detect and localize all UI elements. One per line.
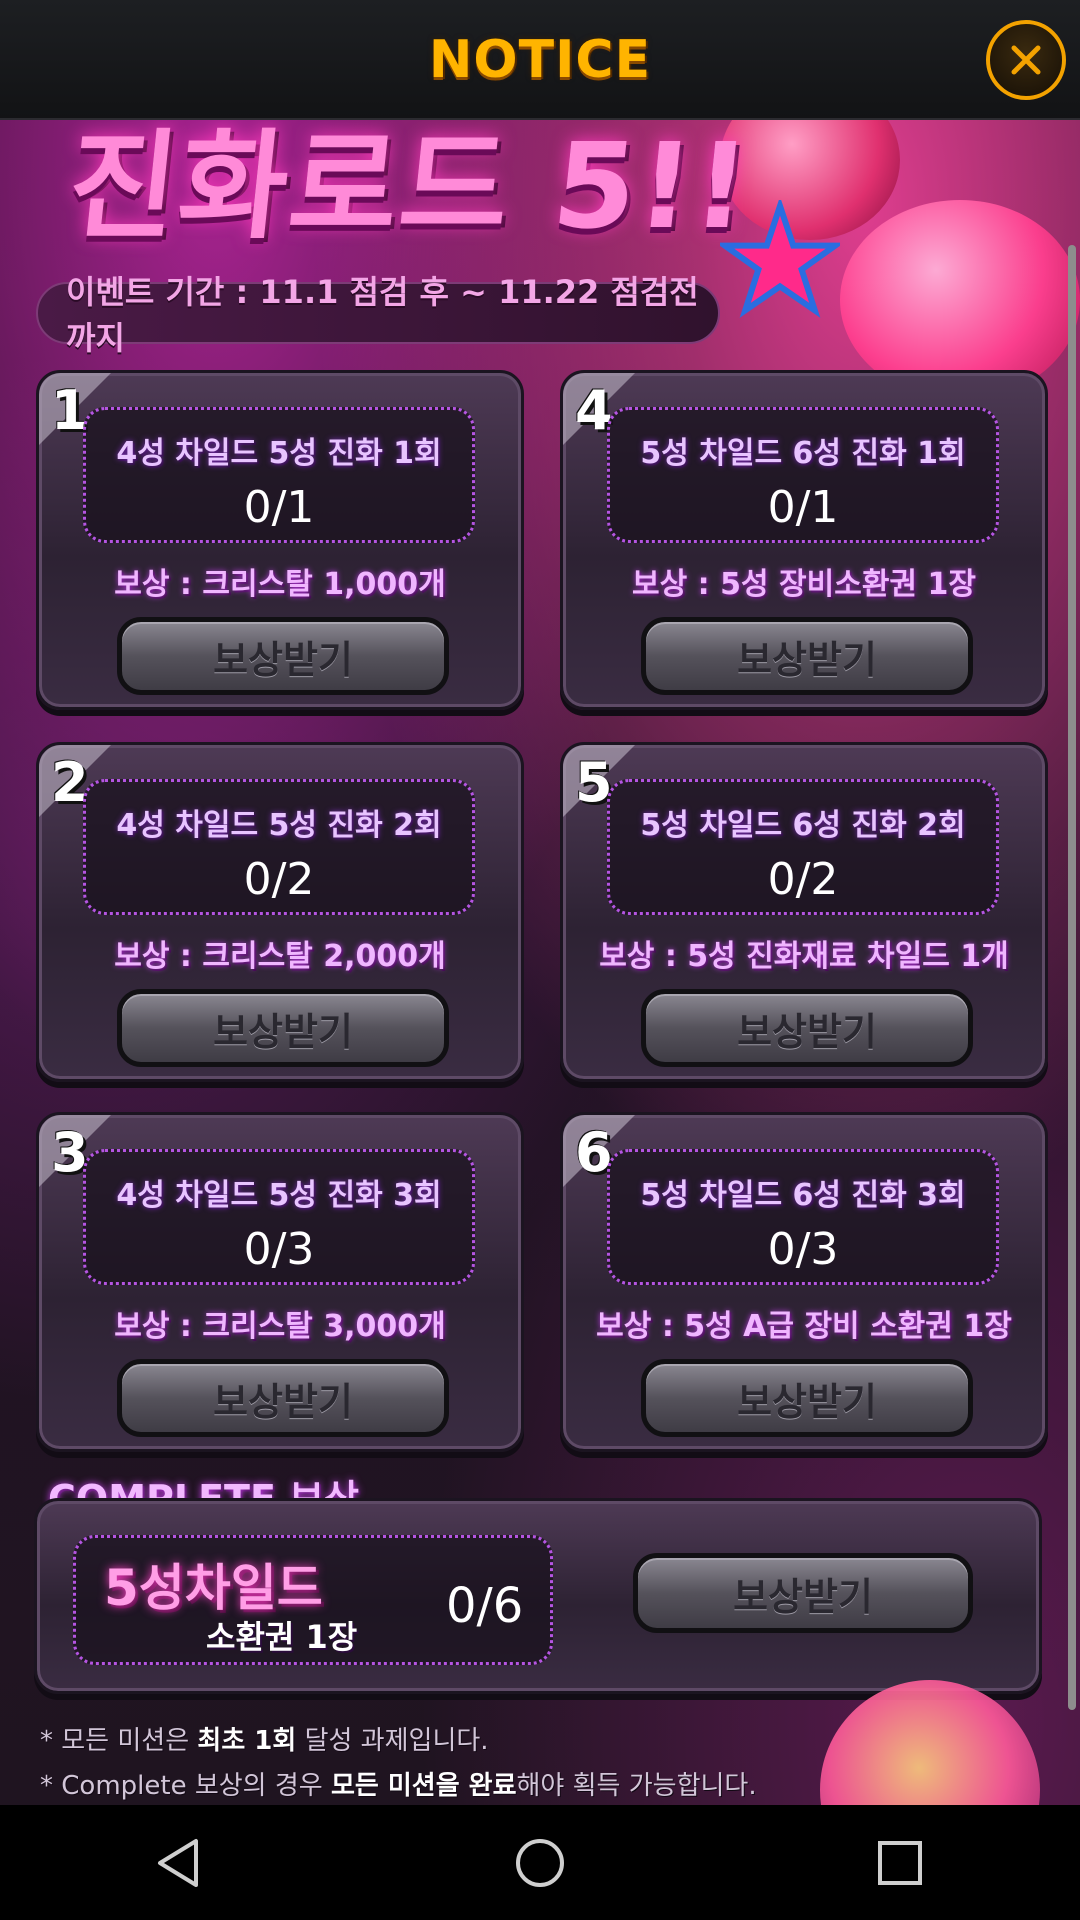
mission-progress: 0/1 (767, 482, 839, 533)
mission-reward: 보상 : 5성 장비소환권 1장 (632, 567, 976, 602)
complete-reward-card: 5성차일드 소환권 1장 0/6 보상받기 (34, 1498, 1042, 1694)
mission-box: 5성 차일드 6성 진화 3회 0/3 (607, 1149, 999, 1285)
note-line-1: * 모든 미션은 최초 1회 달성 과제입니다. (40, 1726, 489, 1756)
mission-progress: 0/2 (767, 854, 839, 905)
recents-button[interactable] (855, 1818, 945, 1908)
claim-reward-button-2[interactable]: 보상받기 (117, 989, 449, 1067)
mission-box: 4성 차일드 5성 진화 3회 0/3 (83, 1149, 475, 1285)
claim-reward-button-1[interactable]: 보상받기 (117, 617, 449, 695)
mission-progress: 0/3 (767, 1224, 839, 1275)
mission-card-3: 3 4성 차일드 5성 진화 3회 0/3 보상 : 크리스탈 3,000개 보… (36, 1112, 524, 1452)
scrollbar[interactable] (1068, 245, 1076, 1710)
mission-card-2: 2 4성 차일드 5성 진화 2회 0/2 보상 : 크리스탈 2,000개 보… (36, 742, 524, 1082)
android-nav-bar (0, 1805, 1080, 1920)
mission-reward: 보상 : 크리스탈 1,000개 (114, 567, 446, 602)
mission-title: 5성 차일드 6성 진화 1회 (640, 436, 966, 471)
complete-reward-box: 5성차일드 소환권 1장 0/6 (73, 1535, 553, 1665)
close-button[interactable] (986, 20, 1066, 100)
mission-reward: 보상 : 크리스탈 3,000개 (114, 1309, 446, 1344)
mission-title: 5성 차일드 6성 진화 3회 (640, 1178, 966, 1213)
home-icon (516, 1838, 564, 1887)
mission-progress: 0/2 (243, 854, 315, 905)
header-title: NOTICE (428, 30, 652, 90)
mission-reward: 보상 : 5성 A급 장비 소환권 1장 (596, 1309, 1012, 1344)
mission-reward: 보상 : 5성 진화재료 차일드 1개 (599, 939, 1009, 974)
mission-box: 4성 차일드 5성 진화 1회 0/1 (83, 407, 475, 543)
decor-flame-character (820, 1680, 1040, 1805)
mission-title: 4성 차일드 5성 진화 1회 (116, 436, 442, 471)
back-button[interactable] (135, 1818, 225, 1908)
back-icon (158, 1838, 198, 1887)
event-period: 이벤트 기간 : 11.1 점검 후 ~ 11.22 점검전까지 (36, 273, 720, 357)
mission-progress: 0/1 (243, 482, 315, 533)
complete-progress: 0/6 (446, 1578, 524, 1634)
claim-complete-reward-button[interactable]: 보상받기 (633, 1553, 973, 1633)
complete-reward-title: 5성차일드 (104, 1559, 323, 1617)
claim-reward-button-5[interactable]: 보상받기 (641, 989, 973, 1067)
mission-card-1: 1 4성 차일드 5성 진화 1회 0/1 보상 : 크리스탈 1,000개 보… (36, 370, 524, 710)
close-icon (1011, 45, 1041, 75)
claim-reward-button-3[interactable]: 보상받기 (117, 1359, 449, 1437)
event-notice-content[interactable]: 진화로드 5!! 이벤트 기간 : 11.1 점검 후 ~ 11.22 점검전까… (0, 120, 1080, 1805)
complete-reward-subtitle: 소환권 1장 (206, 1618, 358, 1656)
home-button[interactable] (495, 1818, 585, 1908)
note-line-2: * Complete 보상의 경우 모든 미션을 완료해야 획득 가능합니다. (40, 1771, 757, 1801)
notice-header: NOTICE (0, 0, 1080, 120)
claim-reward-button-4[interactable]: 보상받기 (641, 617, 973, 695)
mission-card-5: 5 5성 차일드 6성 진화 2회 0/2 보상 : 5성 진화재료 차일드 1… (560, 742, 1048, 1082)
mission-progress: 0/3 (243, 1224, 315, 1275)
mission-title: 4성 차일드 5성 진화 2회 (116, 808, 442, 843)
mission-card-4: 4 5성 차일드 6성 진화 1회 0/1 보상 : 5성 장비소환권 1장 보… (560, 370, 1048, 710)
mission-title: 5성 차일드 6성 진화 2회 (640, 808, 966, 843)
mission-card-6: 6 5성 차일드 6성 진화 3회 0/3 보상 : 5성 A급 장비 소환권 … (560, 1112, 1048, 1452)
recents-icon (878, 1840, 922, 1885)
mission-box: 5성 차일드 6성 진화 2회 0/2 (607, 779, 999, 915)
event-title: 진화로드 5!! (61, 120, 758, 255)
mission-reward: 보상 : 크리스탈 2,000개 (114, 939, 446, 974)
claim-reward-button-6[interactable]: 보상받기 (641, 1359, 973, 1437)
mission-title: 4성 차일드 5성 진화 3회 (116, 1178, 442, 1213)
mission-box: 5성 차일드 6성 진화 1회 0/1 (607, 407, 999, 543)
mission-box: 4성 차일드 5성 진화 2회 0/2 (83, 779, 475, 915)
